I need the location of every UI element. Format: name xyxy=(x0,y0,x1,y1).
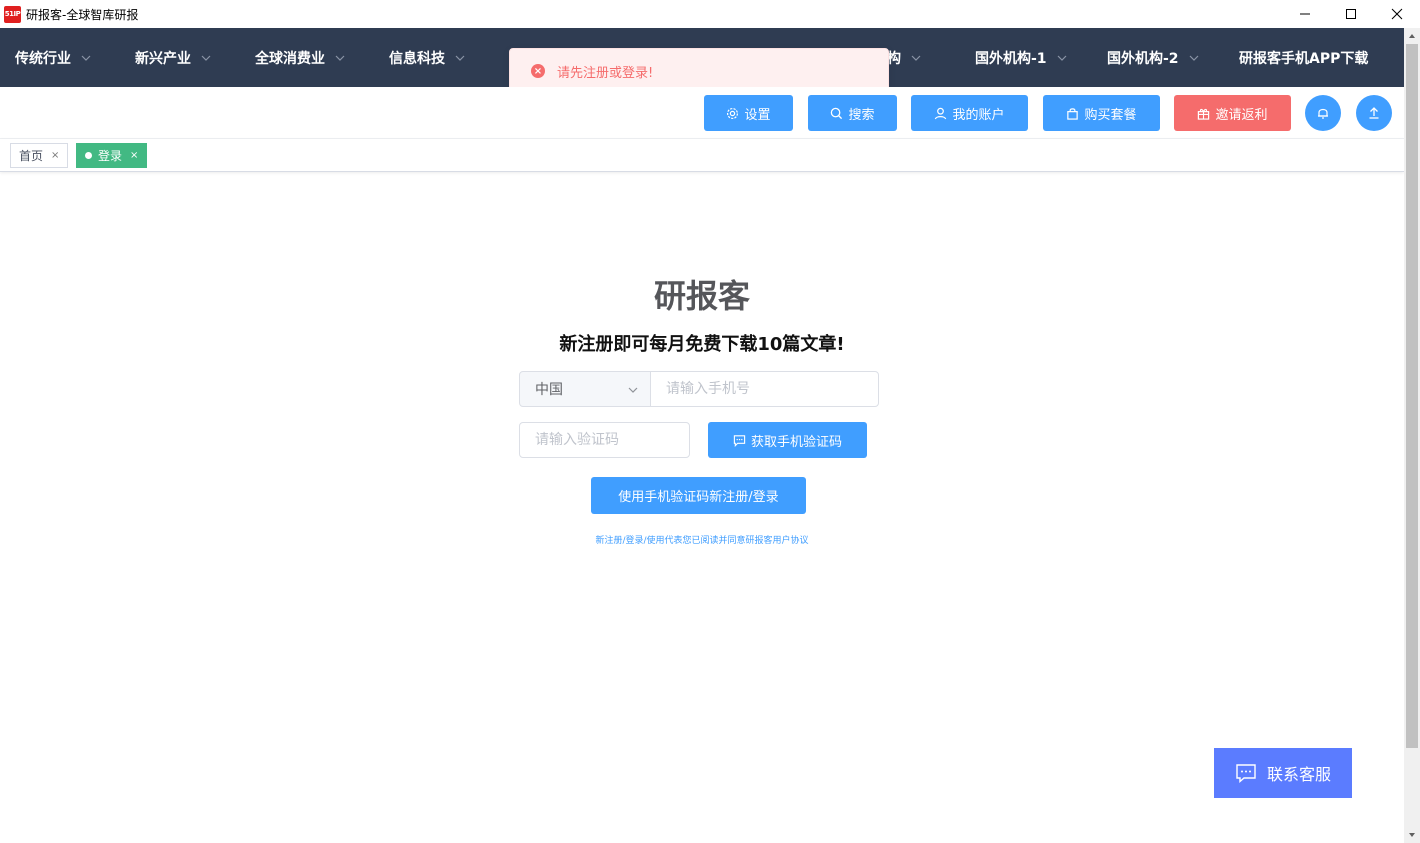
bell-icon xyxy=(1318,108,1328,119)
my-account-button[interactable]: 我的账户 xyxy=(911,95,1028,131)
country-select[interactable]: 中国 xyxy=(519,371,651,407)
nav-item-institutions[interactable]: 机构 xyxy=(889,28,949,87)
notification-button[interactable] xyxy=(1305,95,1341,131)
nav-item-foreign-1[interactable]: 国外机构-1 xyxy=(975,28,1067,87)
nav-item-traditional[interactable]: 传统行业 xyxy=(15,28,91,87)
scroll-thumb[interactable] xyxy=(1406,44,1418,748)
error-circle-icon: × xyxy=(531,64,545,78)
close-tab-icon[interactable]: × xyxy=(51,150,59,161)
phone-input[interactable] xyxy=(650,371,879,407)
search-button[interactable]: 搜索 xyxy=(808,95,897,131)
invite-label: 邀请返利 xyxy=(1215,107,1268,123)
search-label: 搜索 xyxy=(848,107,875,123)
scroll-down-button[interactable] xyxy=(1404,827,1420,843)
register-login-label: 使用手机验证码新注册/登录 xyxy=(618,490,779,505)
action-bar: 设置 搜索 我的账户 购买套餐 邀请返利 xyxy=(0,87,1404,139)
app-logo-icon: 51IP xyxy=(4,5,21,23)
contact-service-button[interactable]: 联系客服 xyxy=(1214,748,1352,798)
window-title: 研报客-全球智库研报 xyxy=(26,7,139,22)
window-titlebar: 51IP 研报客-全球智库研报 xyxy=(0,0,1420,28)
chevron-down-icon xyxy=(201,55,211,61)
nav-item-label: 信息科技 xyxy=(389,50,445,67)
verification-code-input[interactable] xyxy=(519,422,690,458)
invite-rebate-button[interactable]: 邀请返利 xyxy=(1174,95,1291,131)
tab-label: 登录 xyxy=(98,149,123,163)
active-dot-icon xyxy=(85,152,92,159)
chevron-down-icon xyxy=(455,55,465,61)
minimize-icon xyxy=(1300,13,1310,15)
vertical-scrollbar[interactable] xyxy=(1404,28,1420,843)
user-agreement-link[interactable]: 新注册/登录/使用代表您已阅读并同意研报客用户协议 xyxy=(0,533,1404,546)
close-icon xyxy=(1391,8,1403,20)
scroll-up-button[interactable] xyxy=(1404,28,1420,44)
chevron-down-icon xyxy=(81,55,91,61)
gear-icon xyxy=(727,107,739,119)
maximize-icon xyxy=(1346,9,1356,19)
register-login-button[interactable]: 使用手机验证码新注册/登录 xyxy=(591,477,806,514)
settings-label: 设置 xyxy=(744,107,771,123)
upload-icon xyxy=(1369,107,1379,119)
tab-home[interactable]: 首页 × xyxy=(10,143,69,168)
nav-item-label: 传统行业 xyxy=(15,50,71,67)
buy-label: 购买套餐 xyxy=(1084,107,1137,123)
nav-item-label: 国外机构-2 xyxy=(1107,50,1179,67)
nav-item-label: 新兴产业 xyxy=(135,50,191,67)
get-code-label: 获取手机验证码 xyxy=(750,434,842,450)
nav-item-app-download[interactable]: 研报客手机APP下载 xyxy=(1239,28,1368,87)
nav-item-it[interactable]: 信息科技 xyxy=(389,28,465,87)
chevron-down-icon xyxy=(1189,55,1198,61)
close-window-button[interactable] xyxy=(1374,0,1420,28)
tab-label: 首页 xyxy=(19,149,44,163)
nav-item-label: 全球消费业 xyxy=(255,50,325,67)
chevron-down-icon xyxy=(335,55,345,61)
settings-button[interactable]: 设置 xyxy=(704,95,793,131)
chevron-down-icon xyxy=(911,55,921,61)
search-icon xyxy=(831,107,843,119)
tags-bar: 首页 × 登录 × xyxy=(0,139,1404,172)
close-tab-icon[interactable]: × xyxy=(130,150,138,161)
country-value: 中国 xyxy=(535,382,563,398)
nav-item-label: 机构 xyxy=(889,50,901,67)
account-label: 我的账户 xyxy=(952,107,1005,123)
gift-icon xyxy=(1198,108,1210,120)
maximize-button[interactable] xyxy=(1328,0,1374,28)
chevron-down-icon xyxy=(1057,55,1066,61)
get-code-button[interactable]: 获取手机验证码 xyxy=(708,422,867,458)
upload-button[interactable] xyxy=(1356,95,1392,131)
arrow-up-icon xyxy=(1409,34,1415,38)
nav-item-emerging[interactable]: 新兴产业 xyxy=(135,28,211,87)
chat-icon xyxy=(1236,764,1256,784)
nav-item-foreign-2[interactable]: 国外机构-2 xyxy=(1107,28,1199,87)
nav-item-consumer[interactable]: 全球消费业 xyxy=(255,28,345,87)
message-icon xyxy=(733,434,746,447)
tab-login[interactable]: 登录 × xyxy=(76,143,148,168)
arrow-down-icon xyxy=(1409,833,1415,837)
minimize-button[interactable] xyxy=(1282,0,1328,28)
toast-message: 请先注册或登录! xyxy=(557,65,654,81)
nav-item-label: 国外机构-1 xyxy=(975,50,1047,67)
chevron-down-icon xyxy=(628,387,638,393)
user-icon xyxy=(935,107,947,119)
brand-title: 研报客 xyxy=(653,277,750,315)
buy-package-button[interactable]: 购买套餐 xyxy=(1043,95,1160,131)
shopping-bag-icon xyxy=(1067,107,1079,120)
contact-label: 联系客服 xyxy=(1266,765,1331,784)
promo-text: 新注册即可每月免费下载10篇文章! xyxy=(559,334,845,355)
nav-item-label: 研报客手机APP下载 xyxy=(1239,50,1369,67)
